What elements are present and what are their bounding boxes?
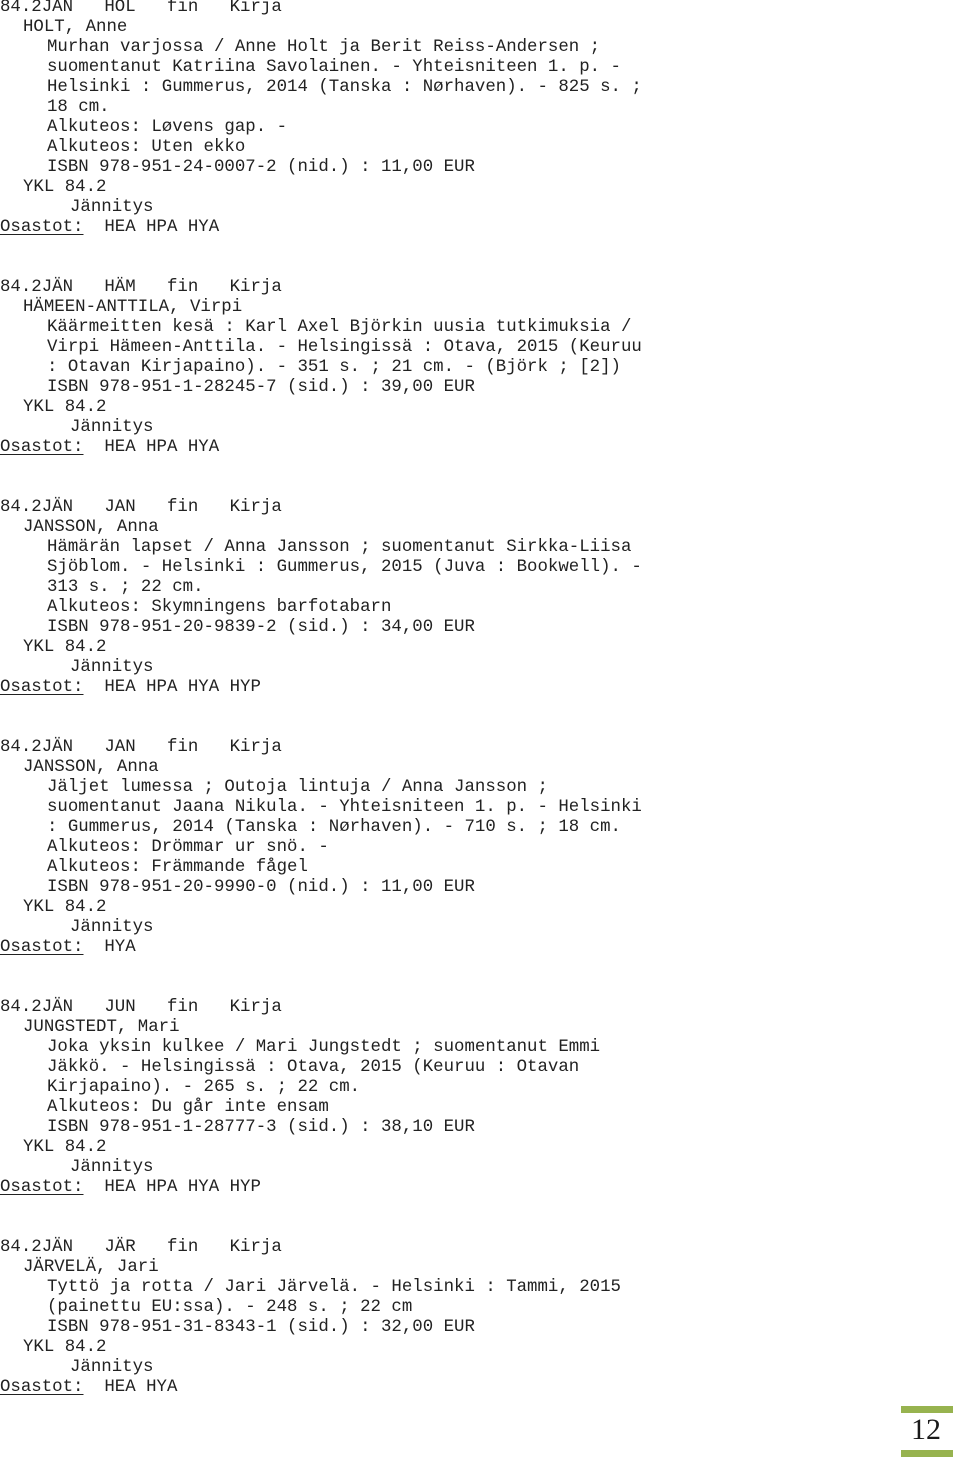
osastot-codes: HEA HPA HYA	[104, 218, 220, 237]
record-header-line: 84.2JÄN HÄM fin Kirja	[0, 278, 282, 297]
record-description-line: ISBN 978-951-24-0007-2 (nid.) : 11,00 EU…	[47, 158, 475, 177]
record-author: HOLT, Anne	[23, 18, 128, 37]
record-ykl: YKL 84.2	[23, 1338, 107, 1357]
record-ykl: YKL 84.2	[23, 638, 107, 657]
record-genre: Jännitys	[70, 1158, 154, 1177]
record-description-line: ISBN 978-951-20-9990-0 (nid.) : 11,00 EU…	[47, 878, 475, 897]
record-header-line: 84.2JÄN JÄR fin Kirja	[0, 1238, 282, 1257]
record-description-line: Alkuteos: Främmande fågel	[47, 858, 308, 877]
catalogue-record: 84.2JÄN JAN fin Kirja JANSSON, Anna Jäljet…	[0, 738, 960, 958]
record-genre: Jännitys	[70, 918, 154, 937]
record-header-line: 84.2JÄN JAN fin Kirja	[0, 498, 282, 517]
record-ykl: YKL 84.2	[23, 178, 107, 197]
record-author: HÄMEEN-ANTTILA, Virpi	[23, 298, 243, 317]
page-number-badge: 12	[899, 1406, 955, 1457]
record-description-line: Tyttö ja rotta / Jari Järvelä. - Helsink…	[47, 1278, 621, 1297]
osastot-codes: HEA HPA HYA HYP	[104, 1178, 261, 1197]
record-description-line: Käärmeitten kesä : Karl Axel Björkin uus…	[47, 318, 632, 337]
record-author: JUNGSTEDT, Mari	[23, 1018, 180, 1037]
record-description-line: Helsinki : Gummerus, 2014 (Tanska : Nørh…	[47, 78, 642, 97]
record-description-line: Alkuteos: Skymningens barfotabarn	[47, 598, 392, 617]
record-description-line: Alkuteos: Du går inte ensam	[47, 1098, 329, 1117]
record-genre: Jännitys	[70, 418, 154, 437]
record-description-line: : Gummerus, 2014 (Tanska : Nørhaven). - …	[47, 818, 621, 837]
record-osastot-line: Osastot: HEA HYA	[0, 1378, 960, 1398]
record-description-line: Virpi Hämeen-Anttila. - Helsingissä : Ot…	[47, 338, 642, 357]
record-osastot-line: Osastot: HEA HPA HYA HYP	[0, 678, 960, 698]
record-description-line: suomentanut Jaana Nikula. - Yhteisniteen…	[47, 798, 642, 817]
record-description-line: ISBN 978-951-31-8343-1 (sid.) : 32,00 EU…	[47, 1318, 475, 1337]
osastot-separator	[84, 678, 105, 697]
record-description-line: ISBN 978-951-1-28245-7 (sid.) : 39,00 EU…	[47, 378, 475, 397]
record-description-line: Alkuteos: Uten ekko	[47, 138, 246, 157]
record-description-line: ISBN 978-951-1-28777-3 (sid.) : 38,10 EU…	[47, 1118, 475, 1137]
osastot-codes: HYA	[104, 938, 136, 957]
record-header-line: 84.2JÄN JUN fin Kirja	[0, 998, 282, 1017]
record-description-line: Joka yksin kulkee / Mari Jungstedt ; suo…	[47, 1038, 601, 1057]
record-description-line: Sjöblom. - Helsinki : Gummerus, 2015 (Ju…	[47, 558, 642, 577]
osastot-separator	[84, 218, 105, 237]
record-ykl: YKL 84.2	[23, 398, 107, 417]
osastot-separator	[84, 438, 105, 457]
page-number-bar-bottom	[901, 1450, 953, 1457]
record-description-line: suomentanut Katriina Savolainen. - Yhtei…	[47, 58, 621, 77]
record-description-line: (painettu EU:ssa). - 248 s. ; 22 cm	[47, 1298, 413, 1317]
record-genre: Jännitys	[70, 658, 154, 677]
record-description-line: Jäljet lumessa ; Outoja lintuja / Anna J…	[47, 778, 548, 797]
record-description-line: ISBN 978-951-20-9839-2 (sid.) : 34,00 EU…	[47, 618, 475, 637]
record-osastot-line: Osastot: HEA HPA HYA HYP	[0, 1178, 960, 1198]
osastot-label: Osastot:	[0, 938, 84, 957]
record-osastot-line: Osastot: HYA	[0, 938, 960, 958]
osastot-separator	[84, 1378, 105, 1397]
catalogue-record: 84.2JÄN JÄR fin Kirja JÄRVELÄ, Jari Tyttö …	[0, 1238, 960, 1398]
record-description-line: 18 cm.	[47, 98, 110, 117]
osastot-label: Osastot:	[0, 678, 84, 697]
osastot-label: Osastot:	[0, 1178, 84, 1197]
record-osastot-line: Osastot: HEA HPA HYA	[0, 218, 960, 238]
catalogue-record-list: 84.2JÄN HOL fin Kirja HOLT, Anne Murhan va…	[0, 0, 960, 1438]
record-description-line: 313 s. ; 22 cm.	[47, 578, 204, 597]
catalogue-record: 84.2JÄN HOL fin Kirja HOLT, Anne Murhan va…	[0, 0, 960, 238]
record-description-line: Murhan varjossa / Anne Holt ja Berit Rei…	[47, 38, 601, 57]
record-ykl: YKL 84.2	[23, 898, 107, 917]
osastot-label: Osastot:	[0, 218, 84, 237]
osastot-label: Osastot:	[0, 438, 84, 457]
record-author: JANSSON, Anna	[23, 518, 159, 537]
record-author: JANSSON, Anna	[23, 758, 159, 777]
record-description-line: Kirjapaino). - 265 s. ; 22 cm.	[47, 1078, 361, 1097]
catalogue-record: 84.2JÄN JUN fin Kirja JUNGSTEDT, Mari Joka…	[0, 998, 960, 1198]
record-genre: Jännitys	[70, 198, 154, 217]
record-header-line: 84.2JÄN JAN fin Kirja	[0, 738, 282, 757]
osastot-codes: HEA HPA HYA	[104, 438, 220, 457]
catalogue-record: 84.2JÄN JAN fin Kirja JANSSON, Anna Hämärä…	[0, 498, 960, 698]
catalogue-record: 84.2JÄN HÄM fin Kirja HÄMEEN-ANTTILA, Vir…	[0, 278, 960, 458]
osastot-codes: HEA HYA	[104, 1378, 178, 1397]
record-description-line: Alkuteos: Løvens gap. -	[47, 118, 288, 137]
osastot-separator	[84, 1178, 105, 1197]
record-description-line: : Otavan Kirjapaino). - 351 s. ; 21 cm. …	[47, 358, 621, 377]
record-header-line: 84.2JÄN HOL fin Kirja	[0, 0, 282, 17]
record-author: JÄRVELÄ, Jari	[23, 1258, 159, 1277]
document-page: 84.2JÄN HOL fin Kirja HOLT, Anne Murhan va…	[0, 0, 960, 1469]
page-number-bar-top	[901, 1406, 953, 1413]
osastot-codes: HEA HPA HYA HYP	[104, 678, 261, 697]
record-description-line: Jäkkö. - Helsingissä : Otava, 2015 (Keur…	[47, 1058, 580, 1077]
record-description-line: Alkuteos: Drömmar ur snö. -	[47, 838, 329, 857]
osastot-label: Osastot:	[0, 1378, 84, 1397]
record-genre: Jännitys	[70, 1358, 154, 1377]
record-ykl: YKL 84.2	[23, 1138, 107, 1157]
osastot-separator	[84, 938, 105, 957]
record-osastot-line: Osastot: HEA HPA HYA	[0, 438, 960, 458]
record-description-line: Hämärän lapset / Anna Jansson ; suomenta…	[47, 538, 632, 557]
page-number-value: 12	[911, 1413, 941, 1446]
